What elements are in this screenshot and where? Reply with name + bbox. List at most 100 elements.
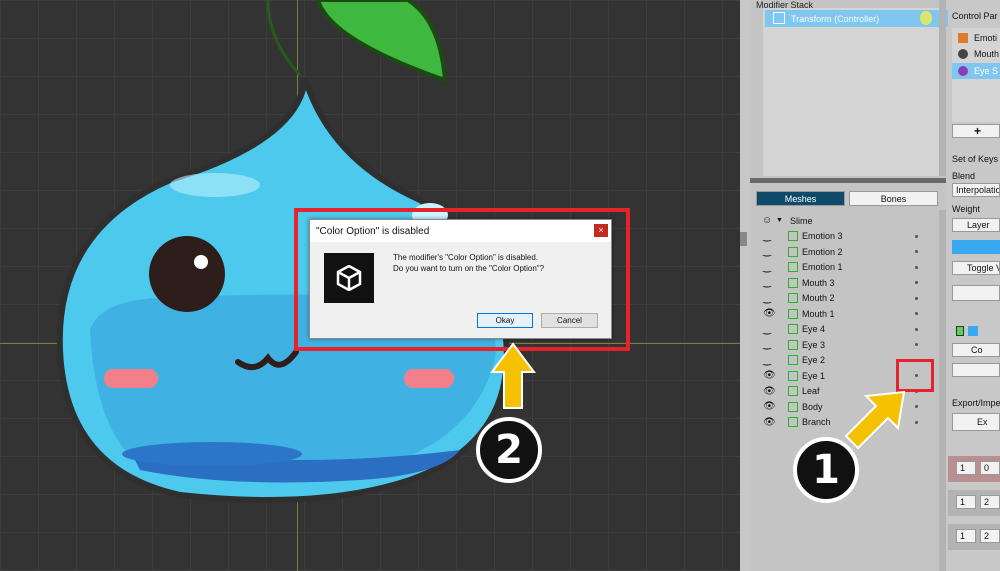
eye-hidden-icon[interactable]: ‿ <box>763 277 771 288</box>
mesh-icon <box>788 262 798 273</box>
layer-select[interactable]: Layer <box>952 218 1000 232</box>
modifier-scrollbar[interactable] <box>939 0 946 176</box>
section-divider[interactable] <box>750 178 946 183</box>
color-option-dot-icon[interactable] <box>915 405 918 409</box>
tree-row[interactable]: 👁 Mouth 1 <box>754 306 936 322</box>
eye-hidden-icon[interactable]: ‿ <box>763 246 771 257</box>
blue-toggle-button[interactable] <box>952 240 1000 254</box>
cancel-button[interactable]: Cancel <box>541 313 598 328</box>
key-field[interactable]: 1 <box>956 495 976 509</box>
color-option-dot-icon[interactable] <box>915 327 918 331</box>
color-option-dot-icon[interactable] <box>915 343 918 347</box>
export-import-label: Export/Impe <box>952 398 1000 408</box>
color-option-dot-icon[interactable] <box>915 234 918 238</box>
mesh-icon <box>788 339 798 350</box>
tree-row-label: Branch <box>802 417 831 428</box>
set-of-keys-label: Set of Keys <box>952 154 999 164</box>
leaf-shape <box>315 0 448 83</box>
tree-row[interactable]: ‿ Mouth 3 <box>754 275 936 291</box>
eye-hidden-icon[interactable]: ‿ <box>763 293 771 304</box>
eye-visible-icon[interactable]: 👁 <box>763 308 776 319</box>
key-field[interactable]: 1 <box>956 461 976 475</box>
highlight-shape <box>170 173 260 197</box>
slime-eye <box>149 236 225 312</box>
close-icon[interactable]: × <box>594 224 608 237</box>
key-field[interactable]: 0 <box>980 461 1000 475</box>
tree-root-slime[interactable]: ☺ ▼ Slime <box>754 213 936 229</box>
eye-hidden-icon[interactable]: ‿ <box>763 339 771 350</box>
tree-row-label: Eye 2 <box>802 355 826 366</box>
weight-label: Weight <box>952 204 980 214</box>
mesh-scrollbar[interactable] <box>939 210 946 571</box>
color-icon[interactable] <box>956 326 964 336</box>
expand-icon[interactable]: ▼ <box>776 217 783 224</box>
tree-row[interactable]: ‿ Eye 4 <box>754 322 936 338</box>
mesh-icon <box>788 401 798 412</box>
color-option-icons <box>952 324 1000 338</box>
color-option-dot-icon[interactable] <box>915 281 918 285</box>
tree-row[interactable]: ‿ Eye 3 <box>754 337 936 353</box>
export-button[interactable]: Ex <box>952 413 1000 431</box>
okay-button[interactable]: Okay <box>477 313 533 328</box>
tree-row-label: Emotion 1 <box>802 262 843 273</box>
tree-row-label: Emotion 3 <box>802 231 843 242</box>
mesh-icon <box>788 417 798 428</box>
color-option-dot-icon[interactable] <box>915 296 918 300</box>
dialog-message-line1: The modifier's "Color Option" is disable… <box>393 253 539 262</box>
tree-row-label: Leaf <box>802 386 820 397</box>
control-parameter-panel: Control Par Emoti Mouth Eye S + Set of K… <box>948 0 1000 571</box>
eye-hidden-icon[interactable]: ‿ <box>763 262 771 273</box>
color-option-dot-icon[interactable] <box>915 420 918 424</box>
mesh-icon <box>788 386 798 397</box>
tree-row-label: Eye 3 <box>802 339 826 350</box>
color-option-dot-icon[interactable] <box>915 312 918 316</box>
eye-visible-icon[interactable]: 👁 <box>763 386 776 397</box>
key-field[interactable]: 2 <box>980 529 1000 543</box>
dialog-message-line2: Do you want to turn on the "Color Option… <box>393 264 545 273</box>
eye-hidden-icon[interactable]: ‿ <box>763 324 771 335</box>
tree-row-label: Eye 4 <box>802 324 826 335</box>
image-button[interactable] <box>952 285 1000 301</box>
mesh-icon <box>788 246 798 257</box>
mesh-icon <box>788 308 798 319</box>
toggle-button[interactable]: Toggle V <box>952 261 1000 275</box>
tree-row[interactable]: ‿ Emotion 2 <box>754 244 936 260</box>
color-option-dialog: "Color Option" is disabled × The modifie… <box>309 219 612 339</box>
eye-visible-icon[interactable]: 👁 <box>763 401 776 412</box>
modifier-item-label: Transform (Controller) <box>791 13 880 24</box>
eye-hidden-icon[interactable]: ‿ <box>763 231 771 242</box>
modifier-item-transform[interactable]: Transform (Controller) <box>765 10 948 27</box>
unity-logo-icon <box>324 253 374 303</box>
key-field[interactable]: 1 <box>956 529 976 543</box>
panel-splitter[interactable] <box>740 232 747 246</box>
color-button[interactable]: Co <box>952 343 1000 357</box>
callout-number-1: 1 <box>793 437 859 503</box>
slime-base <box>122 442 302 466</box>
color-option-dot-icon[interactable] <box>915 250 918 254</box>
add-button[interactable]: + <box>952 124 1000 138</box>
key-field[interactable]: 2 <box>980 495 1000 509</box>
tree-row[interactable]: ‿ Emotion 1 <box>754 260 936 276</box>
tab-meshes[interactable]: Meshes <box>756 191 845 206</box>
dialog-message: The modifier's "Color Option" is disable… <box>393 252 544 274</box>
control-item-icon <box>958 66 968 76</box>
tree-row[interactable]: ‿ Mouth 2 <box>754 291 936 307</box>
eye-visible-icon[interactable]: 👁 <box>763 370 776 381</box>
blush-left <box>104 369 158 388</box>
color-icon[interactable] <box>968 326 978 336</box>
transform-icon <box>773 12 785 24</box>
color-option-dot-icon[interactable] <box>915 265 918 269</box>
blank-field[interactable] <box>952 363 1000 377</box>
tab-bones[interactable]: Bones <box>849 191 938 206</box>
callout-number-2: 2 <box>476 417 542 483</box>
mesh-icon <box>788 370 798 381</box>
mesh-icon <box>788 324 798 335</box>
eye-hidden-icon[interactable]: ‿ <box>763 355 771 366</box>
slime-root-icon: ☺ <box>762 215 773 227</box>
dialog-title: "Color Option" is disabled <box>316 225 430 237</box>
tree-row-label: Eye 1 <box>802 370 826 381</box>
lightbulb-icon[interactable] <box>920 11 932 25</box>
interpolation-select[interactable]: Interpolatio <box>952 183 1000 197</box>
eye-visible-icon[interactable]: 👁 <box>763 417 776 428</box>
tree-row[interactable]: ‿ Emotion 3 <box>754 229 936 245</box>
